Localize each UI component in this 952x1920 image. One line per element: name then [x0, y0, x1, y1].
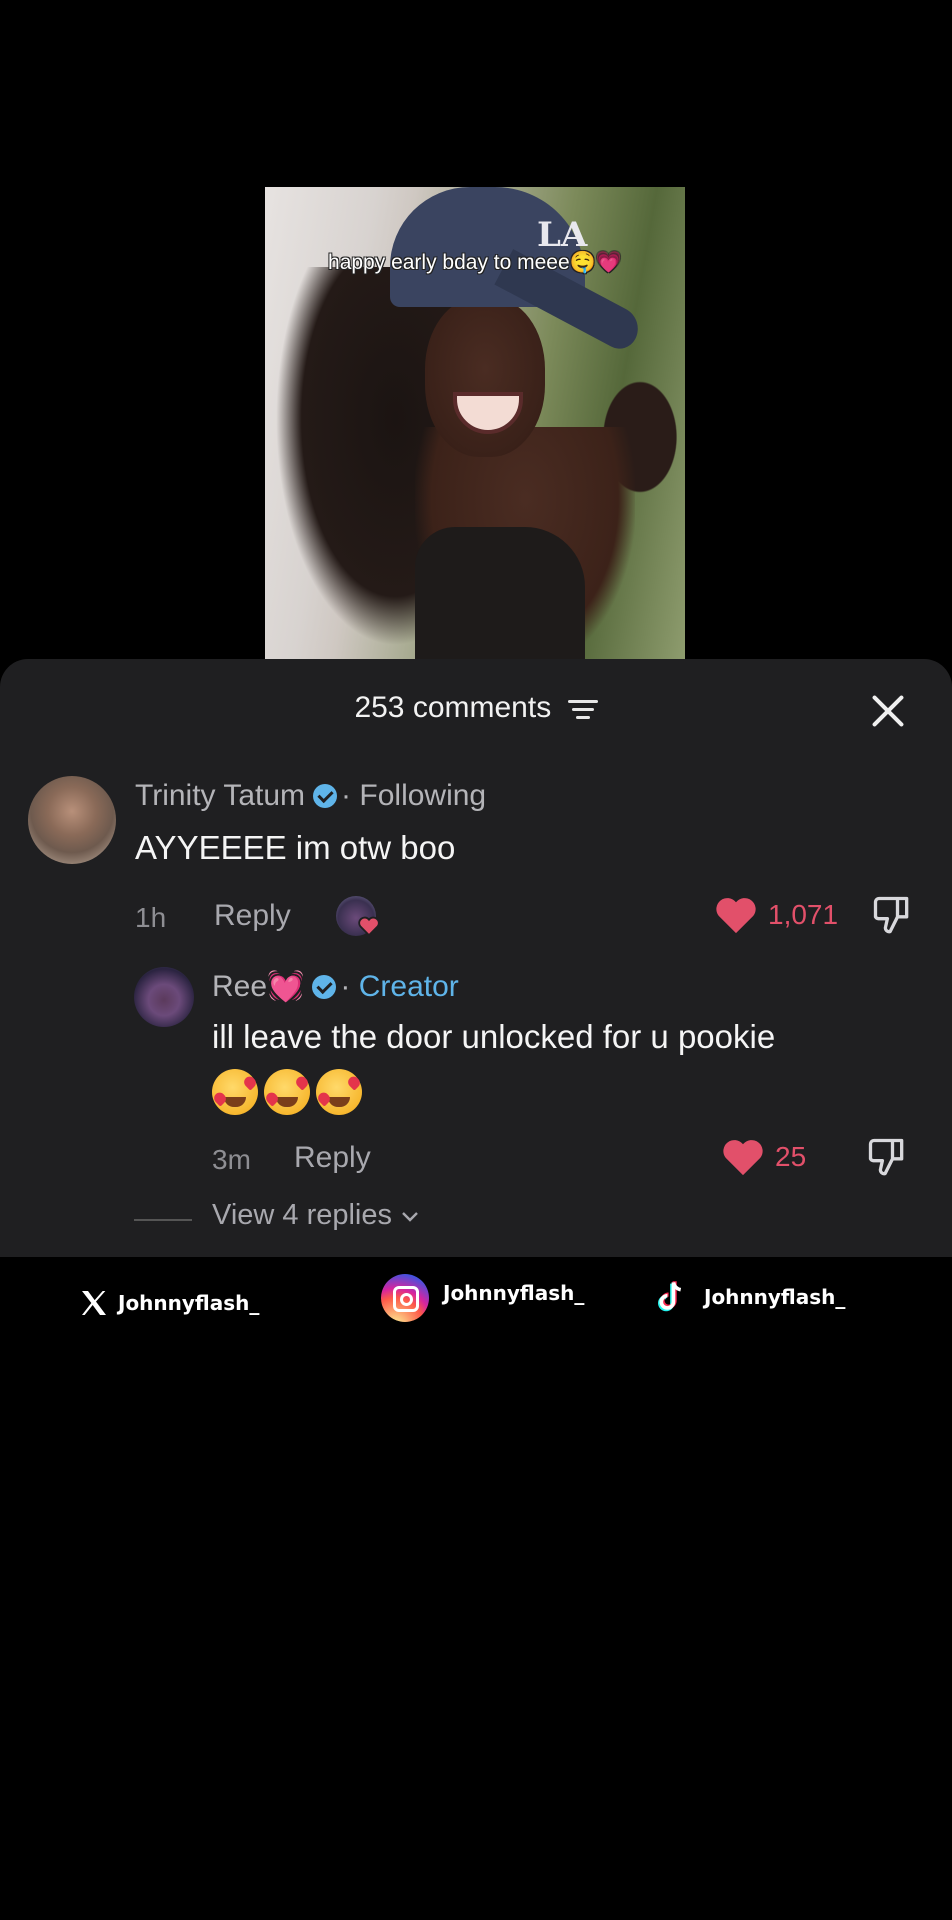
like-count: 25	[775, 1141, 807, 1172]
separator-dot: ·	[340, 970, 351, 1003]
heart-icon	[723, 1140, 763, 1176]
smiling-face-with-hearts-icon	[263, 1069, 311, 1115]
comment-author-row: Trinity Tatum · Following	[135, 779, 486, 813]
creator-liked-avatar	[336, 896, 380, 936]
instagram-handle: Johnnyflash_	[443, 1281, 585, 1305]
thumbs-down-icon[interactable]	[865, 1135, 909, 1179]
instagram-logo-icon	[381, 1274, 429, 1322]
heart-icon	[716, 898, 756, 934]
heart-icon	[358, 916, 380, 936]
verified-badge-icon	[312, 975, 337, 999]
video-thumbnail[interactable]: LA happy early bday to meee🤤💗	[265, 187, 685, 659]
x-logo-icon	[82, 1291, 106, 1315]
following-label: Following	[359, 779, 487, 812]
x-handle: Johnnyflash_	[118, 1291, 260, 1315]
cap-logo: LA	[537, 215, 588, 255]
verified-badge-icon	[313, 784, 338, 808]
comment-author[interactable]: Trinity Tatum	[135, 779, 305, 812]
view-replies-button[interactable]: View 4 replies	[134, 1199, 420, 1232]
tiktok-handle-link[interactable]: Johnnyflash_	[656, 1280, 845, 1314]
like-button[interactable]: 1,071	[714, 895, 838, 935]
like-count: 1,071	[768, 899, 839, 930]
close-icon[interactable]	[870, 692, 906, 728]
reply-emojis	[211, 1069, 363, 1115]
comments-sheet: 253 comments Trinity Tatum · Following AY…	[0, 659, 952, 1257]
smiling-face-with-hearts-icon	[315, 1069, 363, 1115]
comments-count-row[interactable]: 253 comments	[0, 691, 952, 725]
reply-time: 3m	[212, 1144, 251, 1175]
creator-label: Creator	[358, 970, 459, 1003]
comment-time: 1h	[135, 902, 167, 933]
reply-text: ill leave the door unlocked for u pookie	[212, 1018, 776, 1055]
reply-button[interactable]: Reply	[294, 1141, 371, 1175]
smiling-face-with-hearts-icon	[211, 1069, 259, 1115]
reply-button[interactable]: Reply	[214, 899, 291, 933]
tiktok-logo-icon	[658, 1281, 682, 1312]
video-tank-top	[415, 527, 585, 659]
filter-lines-icon[interactable]	[567, 698, 598, 720]
video-caption: happy early bday to meee🤤💗	[328, 251, 622, 274]
instagram-handle-link[interactable]: Johnnyflash_	[381, 1274, 584, 1322]
chevron-down-icon	[402, 1211, 418, 1222]
separator-dot: ·	[341, 779, 352, 812]
reply-like-button[interactable]: 25	[721, 1137, 806, 1177]
view-replies-label: View 4 replies	[212, 1199, 393, 1231]
comments-count: 253 comments	[354, 691, 552, 724]
reply-avatar[interactable]	[134, 967, 194, 1027]
reply-author-row: Ree💓 · Creator	[212, 969, 459, 1004]
social-footer: Johnnyflash_ Johnnyflash_ Johnnyflash_	[0, 1257, 952, 1347]
reply-author[interactable]: Ree💓	[212, 970, 304, 1003]
comments-header: 253 comments	[0, 659, 952, 759]
x-handle-link[interactable]: Johnnyflash_	[78, 1287, 259, 1319]
comment-text: AYYEEEE im otw boo	[135, 829, 456, 866]
tiktok-handle: Johnnyflash_	[704, 1285, 846, 1309]
thumbs-down-icon[interactable]	[870, 893, 914, 937]
avatar[interactable]	[28, 776, 116, 864]
